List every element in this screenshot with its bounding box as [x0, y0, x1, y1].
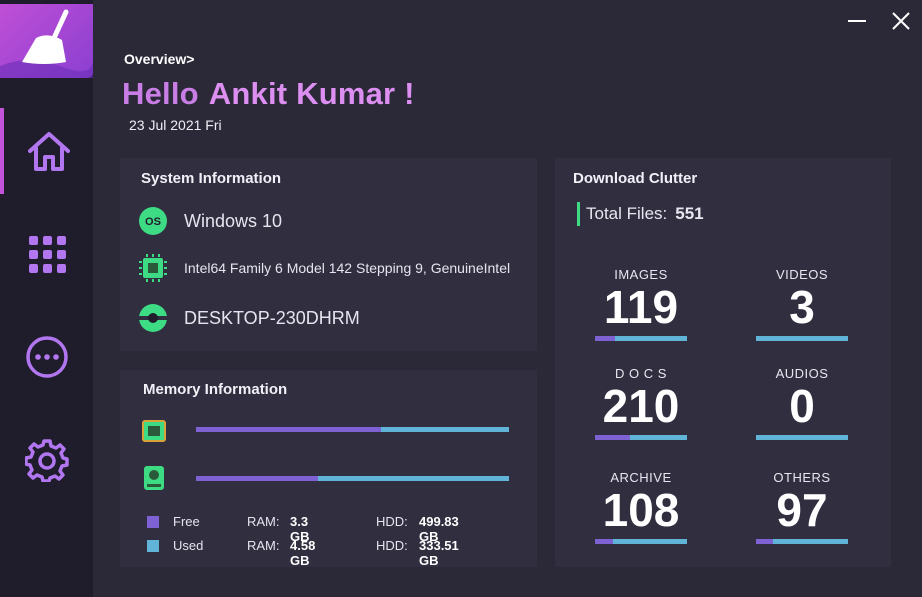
free-label: Free [173, 514, 200, 529]
breadcrumb[interactable]: Overview> [124, 51, 194, 67]
close-icon [892, 12, 910, 30]
os-name: Windows 10 [184, 210, 283, 231]
ram-used-segment [380, 427, 509, 432]
clutter-count: 119 [603, 281, 679, 333]
clutter-label: IMAGES [614, 267, 668, 282]
clutter-bar [756, 539, 848, 544]
clutter-count: 97 [776, 484, 828, 536]
clutter-label: D O C S [615, 366, 667, 381]
sidebar-item-settings[interactable] [0, 417, 93, 503]
sidebar-item-more[interactable] [0, 314, 93, 400]
total-files-value: 551 [675, 204, 704, 223]
clutter-bar [595, 336, 687, 341]
used-label: Used [173, 538, 204, 553]
memory-info-title: Memory Information [143, 381, 288, 398]
minimize-button[interactable] [846, 10, 868, 32]
free-swatch [147, 516, 159, 528]
clutter-bar [756, 336, 848, 341]
sidebar-item-home[interactable] [0, 108, 93, 194]
hdd-label: HDD: [376, 538, 408, 553]
ram-usage-bar [196, 427, 509, 432]
broom-icon [0, 9, 93, 78]
clutter-label: VIDEOS [775, 267, 829, 282]
os-row: OS Windows 10 [138, 206, 282, 236]
clutter-count: 3 [789, 281, 815, 333]
home-icon [27, 132, 70, 171]
sidebar-item-apps[interactable] [0, 211, 93, 297]
app-logo [0, 4, 93, 78]
cpu-icon [139, 254, 167, 282]
total-files: Total Files: 551 [577, 202, 704, 226]
os-badge-text: OS [145, 216, 161, 228]
window-controls [846, 10, 912, 32]
greeting: Hello Ankit Kumar ! [122, 76, 415, 112]
ram-label: RAM: [247, 514, 280, 529]
system-info-title: System Information [141, 170, 282, 187]
clutter-docs[interactable]: D O C S 210 [595, 366, 687, 440]
cpu-row: Intel64 Family 6 Model 142 Stepping 9, G… [138, 253, 510, 283]
grid-icon [28, 236, 66, 273]
clutter-count: 210 [602, 380, 680, 432]
hdd-icon [144, 466, 164, 490]
clutter-archive[interactable]: ARCHIVE 108 [595, 470, 687, 544]
clutter-label: ARCHIVE [610, 470, 672, 485]
memory-info-panel: Memory Information Free RAM: 3.3 GB HDD:… [120, 370, 537, 568]
close-button[interactable] [890, 10, 912, 32]
download-clutter-title: Download Clutter [573, 170, 698, 187]
current-date: 23 Jul 2021 Fri [129, 117, 222, 133]
download-clutter-panel: Download Clutter Total Files: 551 IMAGES… [555, 158, 891, 567]
clutter-count: 0 [789, 380, 815, 432]
ram-free-segment [196, 427, 381, 432]
os-icon: OS [139, 207, 167, 235]
hdd-usage-bar [196, 476, 509, 481]
clutter-count: 108 [602, 484, 680, 536]
used-swatch [147, 540, 159, 552]
hdd-used-value: 333.51 GB [419, 538, 459, 568]
hdd-used-segment [318, 476, 509, 481]
user-name: Ankit Kumar ! [208, 76, 415, 111]
clutter-bar [595, 435, 687, 440]
minimize-icon [848, 20, 866, 22]
gear-icon [24, 439, 69, 482]
ram-used-value: 4.58 GB [290, 538, 316, 568]
total-files-label: Total Files: [586, 204, 668, 223]
cpu-name: Intel64 Family 6 Model 142 Stepping 9, G… [184, 260, 511, 276]
more-icon [25, 336, 68, 378]
host-name: DESKTOP-230DHRM [184, 307, 360, 328]
clutter-images[interactable]: IMAGES 119 [595, 267, 687, 341]
sidebar [0, 0, 93, 597]
disc-icon [139, 304, 167, 332]
total-files-indicator [577, 202, 580, 226]
ram-label: RAM: [247, 538, 280, 553]
ram-icon [142, 420, 166, 442]
clutter-videos[interactable]: VIDEOS 3 [756, 267, 848, 341]
clutter-label: OTHERS [773, 470, 831, 485]
clutter-others[interactable]: OTHERS 97 [756, 470, 848, 544]
system-info-panel: System Information OS Windows 10 Intel64… [120, 158, 537, 351]
clutter-audios[interactable]: AUDIOS 0 [756, 366, 848, 440]
greeting-word: Hello [122, 76, 199, 111]
hdd-free-segment [196, 476, 319, 481]
clutter-bar [595, 539, 687, 544]
host-row: DESKTOP-230DHRM [138, 303, 360, 333]
clutter-bar [756, 435, 848, 440]
clutter-label: AUDIOS [775, 366, 829, 381]
hdd-label: HDD: [376, 514, 408, 529]
